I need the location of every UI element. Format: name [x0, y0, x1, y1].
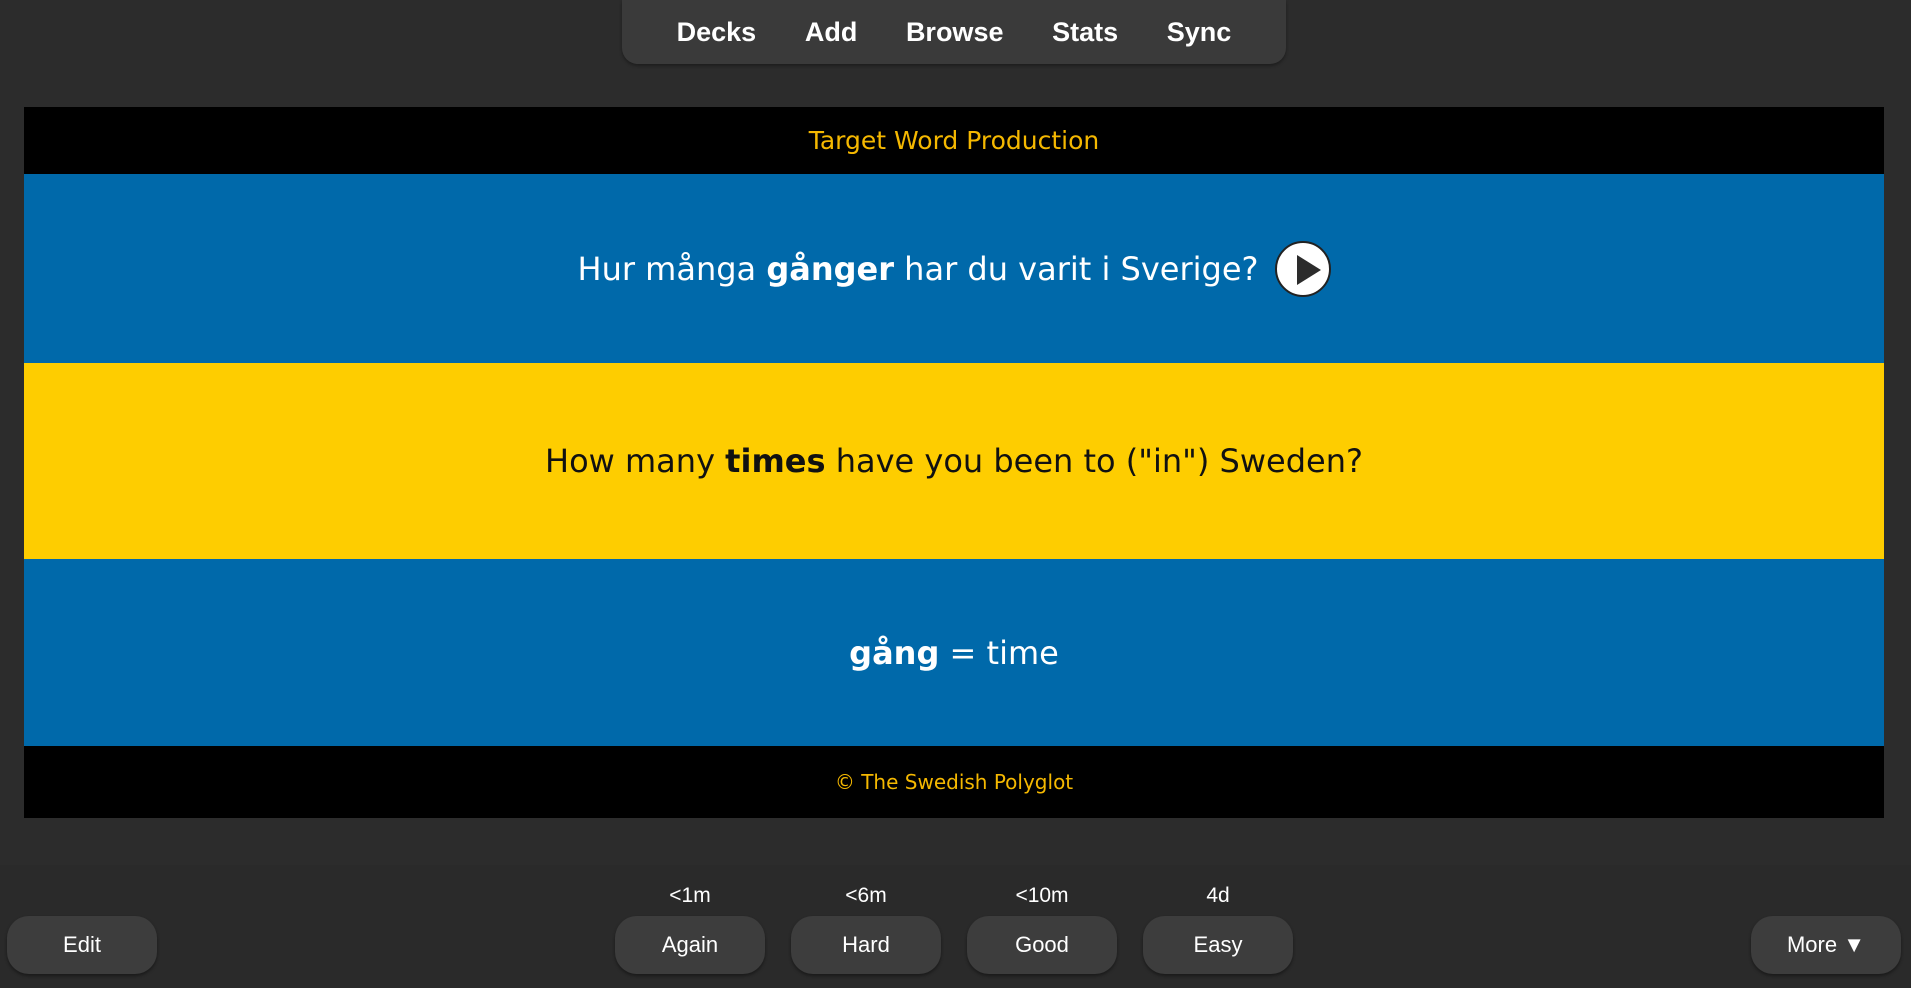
card-type-title: Target Word Production [808, 126, 1100, 155]
good-button[interactable]: Good [967, 916, 1117, 974]
more-button[interactable]: More ▼ [1751, 916, 1901, 974]
answer-band: gång = time [24, 559, 1884, 746]
good-interval: <10m [1015, 884, 1069, 907]
front-sentence-band: Hur många gånger har du varit i Sverige? [24, 174, 1884, 363]
easy-interval: 4d [1206, 884, 1230, 907]
hard-interval: <6m [845, 884, 887, 907]
front-text-before: Hur många [577, 249, 767, 288]
nav-browse[interactable]: Browse [894, 17, 1016, 48]
answer-definition: gång = time [849, 634, 1059, 672]
front-target-word: gånger [766, 249, 894, 288]
card-copyright: © The Swedish Polyglot [834, 770, 1074, 794]
nav-stats[interactable]: Stats [1040, 17, 1130, 48]
nav-add[interactable]: Add [793, 17, 869, 48]
nav-decks[interactable]: Decks [665, 17, 769, 48]
translation-band: How many times have you been to ("in") S… [24, 363, 1884, 559]
hard-button[interactable]: Hard [791, 916, 941, 974]
easy-button[interactable]: Easy [1143, 916, 1293, 974]
edit-button[interactable]: Edit [7, 916, 157, 974]
translation-text-after: have you been to ("in") Sweden? [825, 442, 1363, 480]
front-text-after: har du varit i Sverige? [894, 249, 1259, 288]
translation-target-word: times [725, 442, 826, 480]
translation-sentence: How many times have you been to ("in") S… [545, 442, 1363, 480]
nav-sync[interactable]: Sync [1155, 17, 1244, 48]
flashcard: Target Word Production Hur många gånger … [24, 107, 1884, 818]
play-audio-icon[interactable] [1274, 240, 1331, 297]
translation-text-before: How many [545, 442, 726, 480]
front-sentence: Hur många gånger har du varit i Sverige? [578, 250, 1259, 288]
answer-word: gång [849, 633, 940, 672]
top-nav: Decks Add Browse Stats Sync [622, 0, 1286, 64]
answer-meaning: = time [939, 633, 1059, 672]
bottom-bar: Edit <1m Again <6m Hard <10m Good 4d Eas… [0, 865, 1911, 988]
again-button[interactable]: Again [615, 916, 765, 974]
again-interval: <1m [669, 884, 711, 907]
